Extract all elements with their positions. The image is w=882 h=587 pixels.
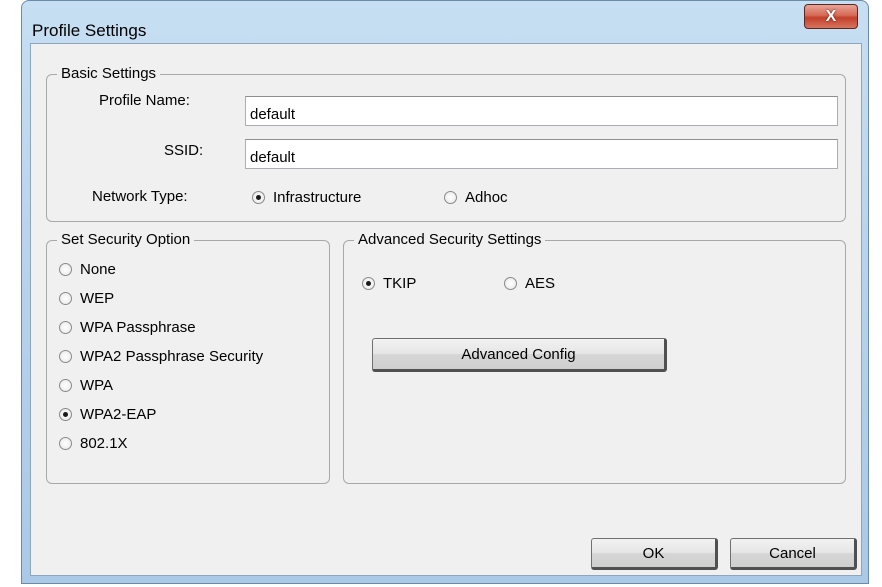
security-none-radio[interactable]: None xyxy=(59,261,116,278)
radio-unselected-icon xyxy=(444,191,457,204)
basic-settings-group: Basic Settings Profile Name: SSID: Netwo… xyxy=(46,65,846,222)
security-wep-radio[interactable]: WEP xyxy=(59,290,114,307)
security-8021x-label: 802.1X xyxy=(80,435,128,452)
radio-unselected-icon xyxy=(59,437,72,450)
radio-unselected-icon xyxy=(59,379,72,392)
advanced-security-legend: Advanced Security Settings xyxy=(354,231,546,249)
security-wpa-label: WPA xyxy=(80,377,114,394)
security-wpa2-eap-radio[interactable]: WPA2-EAP xyxy=(59,406,156,423)
security-wpa-passphrase-label: WPA Passphrase xyxy=(80,319,196,336)
ssid-input[interactable] xyxy=(245,139,838,169)
security-wpa2-eap-label: WPA2-EAP xyxy=(80,406,157,423)
network-type-label: Network Type: xyxy=(92,188,188,205)
basic-settings-legend: Basic Settings xyxy=(57,65,161,83)
radio-unselected-icon xyxy=(59,292,72,305)
security-none-label: None xyxy=(80,261,116,278)
close-icon: X xyxy=(825,7,837,25)
tkip-label: TKIP xyxy=(383,275,417,292)
security-wpa-radio[interactable]: WPA xyxy=(59,377,113,394)
profile-name-label: Profile Name: xyxy=(99,92,190,109)
security-wep-label: WEP xyxy=(80,290,115,307)
radio-unselected-icon xyxy=(59,263,72,276)
profile-settings-window: Profile Settings X Basic Settings Profil… xyxy=(21,0,869,584)
security-wpa2-passphrase-radio[interactable]: WPA2 Passphrase Security xyxy=(59,348,263,365)
cipher-tkip-radio[interactable]: TKIP xyxy=(362,275,416,292)
radio-unselected-icon xyxy=(59,321,72,334)
advanced-config-button[interactable]: Advanced Config xyxy=(372,338,667,372)
close-button[interactable]: X xyxy=(804,4,858,29)
window-title: Profile Settings xyxy=(32,21,147,40)
security-wpa-passphrase-radio[interactable]: WPA Passphrase xyxy=(59,319,196,336)
ssid-label: SSID: xyxy=(164,142,204,159)
cancel-button[interactable]: Cancel xyxy=(730,538,857,570)
radio-selected-icon xyxy=(252,191,265,204)
network-type-infrastructure-radio[interactable]: Infrastructure xyxy=(252,189,361,206)
ok-button[interactable]: OK xyxy=(591,538,718,570)
security-option-group: Set Security Option None WEP WPA Passphr… xyxy=(46,231,330,484)
radio-selected-icon xyxy=(59,408,72,421)
cipher-aes-radio[interactable]: AES xyxy=(504,275,555,292)
radio-selected-icon xyxy=(362,277,375,290)
aes-label: AES xyxy=(525,275,556,292)
adhoc-label: Adhoc xyxy=(465,189,508,206)
security-wpa2-passphrase-label: WPA2 Passphrase Security xyxy=(80,348,264,365)
radio-unselected-icon xyxy=(59,350,72,363)
network-type-adhoc-radio[interactable]: Adhoc xyxy=(444,189,508,206)
profile-name-input[interactable] xyxy=(245,96,838,126)
advanced-security-group: Advanced Security Settings TKIP AES Adva… xyxy=(343,231,846,484)
dialog-client-area: Basic Settings Profile Name: SSID: Netwo… xyxy=(30,43,862,576)
security-option-legend: Set Security Option xyxy=(57,231,195,249)
security-8021x-radio[interactable]: 802.1X xyxy=(59,435,128,452)
radio-unselected-icon xyxy=(504,277,517,290)
infrastructure-label: Infrastructure xyxy=(273,189,362,206)
